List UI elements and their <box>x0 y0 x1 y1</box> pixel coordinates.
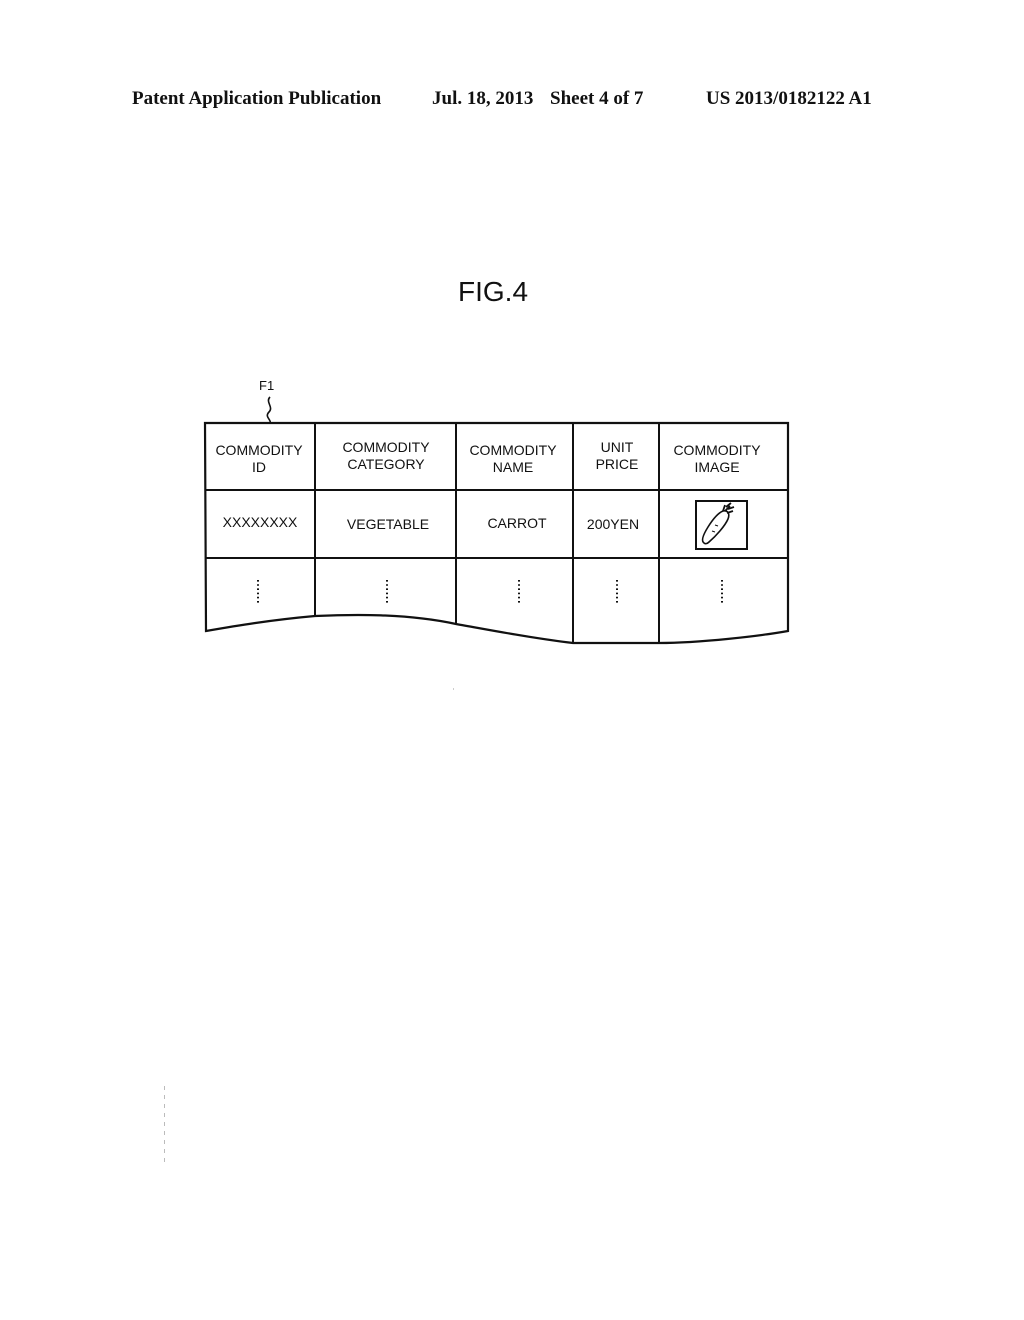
header-label: COMMODITY <box>673 442 761 458</box>
cell-commodity-category: VEGETABLE <box>347 516 429 532</box>
header-cell-commodity-category: COMMODITY CATEGORY <box>342 439 430 472</box>
header-label: CATEGORY <box>347 456 425 472</box>
commodity-table-drawing: COMMODITY ID COMMODITY CATEGORY COMMODIT… <box>203 396 790 645</box>
header-label: COMMODITY <box>342 439 430 455</box>
header-label: NAME <box>493 459 533 475</box>
header-label: PRICE <box>596 456 639 472</box>
scan-artifact <box>164 1086 165 1164</box>
cell-unit-price: 200YEN <box>587 516 639 532</box>
continuation-row <box>257 580 723 604</box>
header-cell-commodity-id: COMMODITY ID <box>215 442 303 475</box>
header-cell-commodity-name: COMMODITY NAME <box>469 442 557 475</box>
header-cell-unit-price: UNIT PRICE <box>596 439 639 472</box>
header-label: ID <box>252 459 266 475</box>
header-label: UNIT <box>601 439 634 455</box>
scan-artifact <box>453 688 454 690</box>
reference-leader-line <box>266 396 272 424</box>
header-label: IMAGE <box>694 459 739 475</box>
header-cell-commodity-image: COMMODITY IMAGE <box>673 442 761 475</box>
carrot-icon <box>695 500 748 550</box>
header-label: COMMODITY <box>469 442 557 458</box>
table-row: XXXXXXXX VEGETABLE CARROT 200YEN <box>223 500 748 550</box>
cell-commodity-name: CARROT <box>487 515 547 531</box>
cell-commodity-id: XXXXXXXX <box>223 514 298 530</box>
header-label: COMMODITY <box>215 442 303 458</box>
